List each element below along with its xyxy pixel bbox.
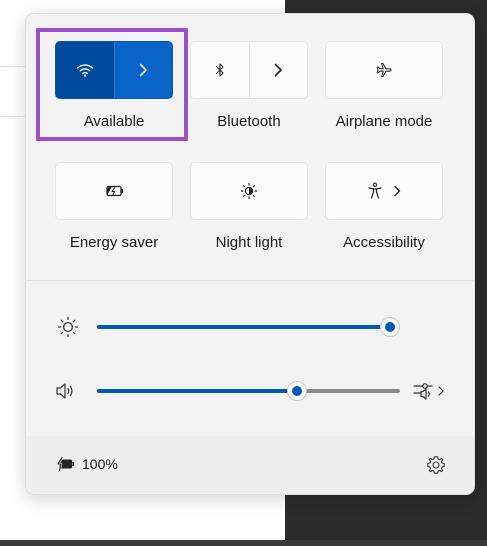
brightness-row (26, 312, 474, 342)
chevron-right-icon (274, 63, 283, 77)
settings-button[interactable] (426, 455, 448, 477)
audio-output-icon (413, 383, 444, 400)
section-divider (26, 280, 474, 281)
accessibility-icon (368, 182, 382, 199)
accessibility-button[interactable] (325, 162, 443, 220)
volume-slider-fill (97, 389, 297, 393)
bluetooth-toggle-button[interactable] (191, 42, 249, 98)
airplane-mode-button[interactable] (325, 41, 443, 99)
battery-percentage: 100% (82, 456, 118, 472)
tile-label-night-light: Night light (215, 234, 283, 251)
taskbar-edge (0, 540, 487, 546)
tile-label-bluetooth: Bluetooth (217, 113, 281, 130)
brightness-icon (57, 316, 79, 338)
bluetooth-expand-button[interactable] (248, 42, 308, 98)
battery-charging-icon (56, 457, 75, 471)
highlight-annotation (36, 28, 188, 141)
battery-indicator[interactable]: 100% (56, 454, 126, 476)
bluetooth-toggle (190, 41, 308, 99)
quick-settings-footer: 100% (26, 436, 474, 494)
night-light-icon (240, 182, 258, 200)
airplane-icon (376, 62, 392, 78)
speaker-icon (56, 383, 73, 399)
audio-output-button[interactable] (412, 380, 448, 402)
tile-label-energy-saver: Energy saver (69, 234, 159, 251)
brightness-slider-fill (97, 325, 390, 329)
tile-label-accessibility: Accessibility (343, 234, 425, 251)
tile-label-airplane-mode: Airplane mode (335, 113, 433, 130)
brightness-slider[interactable] (97, 318, 399, 336)
energy-saver-icon (106, 185, 124, 197)
volume-slider[interactable] (97, 382, 400, 400)
chevron-right-icon (394, 185, 401, 197)
volume-slider-thumb[interactable] (288, 382, 306, 400)
bluetooth-icon (215, 63, 224, 77)
volume-row (26, 376, 474, 406)
gear-icon (427, 456, 445, 474)
night-light-button[interactable] (190, 162, 308, 220)
energy-saver-button[interactable] (55, 162, 173, 220)
brightness-slider-thumb[interactable] (381, 318, 399, 336)
